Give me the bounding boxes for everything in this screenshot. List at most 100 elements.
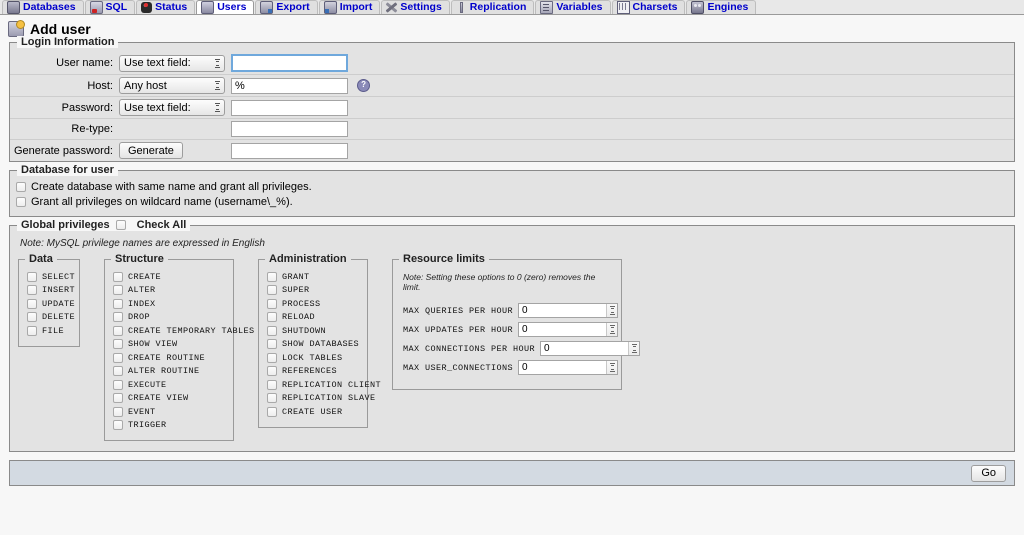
password-mode-select[interactable]: Use text field: (119, 99, 225, 116)
privilege-row[interactable]: REPLICATION CLIENT (267, 378, 381, 392)
nav-tab-replication[interactable]: Replication (450, 0, 535, 14)
privilege-row[interactable]: CREATE ROUTINE (113, 351, 223, 365)
privilege-row[interactable]: SHOW VIEW (113, 338, 223, 352)
privilege-row[interactable]: REPLICATION SLAVE (267, 392, 375, 406)
generate-button[interactable]: Generate (119, 142, 183, 159)
checkbox[interactable] (113, 339, 123, 350)
checkbox[interactable] (113, 285, 123, 296)
privilege-row[interactable]: CREATE VIEW (113, 392, 223, 406)
checkbox[interactable] (27, 298, 37, 309)
privilege-row[interactable]: FILE (27, 324, 69, 338)
privilege-row[interactable]: DROP (113, 311, 223, 325)
checkbox[interactable] (113, 366, 123, 377)
checkbox[interactable] (27, 285, 37, 296)
privilege-row[interactable]: INDEX (113, 297, 223, 311)
checkbox[interactable] (113, 352, 123, 363)
nav-tab-engines[interactable]: Engines (686, 0, 757, 14)
username-input[interactable] (231, 54, 348, 72)
privilege-row[interactable]: SUPER (267, 284, 357, 298)
nav-tab-status[interactable]: Status (136, 0, 196, 14)
nav-tab-settings[interactable]: Settings (381, 0, 450, 14)
checkbox[interactable] (267, 285, 277, 296)
privilege-name: SHOW DATABASES (282, 339, 360, 350)
privilege-row[interactable]: EVENT (113, 405, 223, 419)
checkbox[interactable] (113, 379, 123, 390)
checkbox[interactable] (267, 339, 277, 350)
number-stepper[interactable] (518, 360, 619, 375)
checkbox[interactable] (267, 379, 277, 390)
number-stepper[interactable] (518, 322, 619, 337)
password-input[interactable] (231, 99, 348, 116)
checkbox[interactable] (113, 271, 123, 282)
checkbox[interactable] (16, 182, 26, 192)
username-mode-select[interactable]: Use text field: (119, 54, 225, 72)
privilege-row[interactable]: SHOW DATABASES (267, 338, 360, 352)
retype-password-input[interactable] (231, 121, 348, 137)
checkbox[interactable] (267, 366, 277, 377)
nav-tab-charsets[interactable]: Charsets (611, 0, 686, 14)
password-label: Password: (61, 101, 113, 114)
nav-tab-users[interactable]: Users (196, 0, 255, 14)
privilege-row[interactable]: INSERT (27, 284, 75, 298)
privilege-row[interactable]: EXECUTE (113, 378, 223, 392)
checkbox[interactable] (267, 325, 277, 336)
privilege-row[interactable]: ALTER (113, 284, 223, 298)
privilege-row[interactable]: CREATE USER (267, 405, 357, 419)
checkbox[interactable] (113, 420, 123, 431)
phpmyadmin-add-user-page: Databases SQL Status Users Export Import Setti… (0, 0, 1024, 535)
checkbox[interactable] (16, 197, 26, 207)
privilege-row[interactable]: ALTER ROUTINE (113, 365, 223, 379)
table-row-generate: Generate password: Generate (10, 140, 1014, 162)
resource-limit-input[interactable] (518, 322, 619, 337)
database-option-row[interactable]: Grant all privileges on wildcard name (u… (16, 196, 1008, 208)
privilege-row[interactable]: REFERENCES (267, 365, 357, 379)
generated-password-input[interactable] (231, 142, 348, 159)
nav-tab-label: Status (155, 1, 188, 13)
checkbox[interactable] (267, 393, 277, 404)
nav-tab-databases[interactable]: Databases (2, 0, 84, 14)
checkbox[interactable] (267, 298, 277, 309)
nav-tab-export[interactable]: Export (255, 0, 318, 14)
privilege-row[interactable]: RELOAD (267, 311, 357, 325)
go-button[interactable]: Go (971, 464, 1006, 482)
privilege-row[interactable]: SHUTDOWN (267, 324, 357, 338)
number-stepper[interactable] (540, 341, 641, 356)
privilege-row[interactable]: PROCESS (267, 297, 357, 311)
privilege-row[interactable]: LOCK TABLES (267, 351, 357, 365)
checkbox[interactable] (113, 298, 123, 309)
privilege-row[interactable]: CREATE TEMPORARY TABLES (113, 324, 254, 338)
nav-tab-label: Databases (23, 1, 76, 13)
privilege-row[interactable]: UPDATE (27, 297, 75, 311)
check-all-checkbox[interactable] (115, 220, 126, 230)
table-row-password: Password: Use text field: (10, 97, 1014, 119)
nav-tab-sql[interactable]: SQL (84, 0, 136, 14)
nav-tab-variables[interactable]: Variables (535, 0, 611, 14)
nav-tab-import[interactable]: Import (318, 0, 381, 14)
host-mode-select[interactable]: Any host (119, 77, 225, 94)
host-input[interactable] (231, 77, 348, 94)
checkbox[interactable] (27, 312, 37, 323)
checkbox[interactable] (113, 312, 123, 323)
resource-limit-input[interactable] (518, 303, 619, 318)
checkbox[interactable] (27, 325, 37, 336)
database-option-row[interactable]: Create database with same name and grant… (16, 181, 1008, 193)
resource-limit-input[interactable] (540, 341, 641, 356)
privilege-row[interactable]: SELECT (27, 270, 75, 284)
number-stepper[interactable] (518, 303, 619, 318)
generate-password-label: Generate password: (13, 144, 113, 157)
help-icon[interactable]: ? (357, 79, 371, 93)
checkbox[interactable] (27, 271, 37, 282)
privilege-row[interactable]: CREATE (113, 270, 223, 284)
privilege-name: PROCESS (282, 298, 321, 309)
privilege-row[interactable]: TRIGGER (113, 419, 223, 433)
checkbox[interactable] (113, 406, 123, 417)
checkbox[interactable] (267, 312, 277, 323)
checkbox[interactable] (267, 352, 277, 363)
checkbox[interactable] (113, 393, 123, 404)
privilege-row[interactable]: DELETE (27, 311, 75, 325)
checkbox[interactable] (267, 271, 277, 282)
privilege-row[interactable]: GRANT (267, 270, 357, 284)
checkbox[interactable] (113, 325, 123, 336)
checkbox[interactable] (267, 406, 277, 417)
resource-limit-input[interactable] (518, 360, 619, 375)
